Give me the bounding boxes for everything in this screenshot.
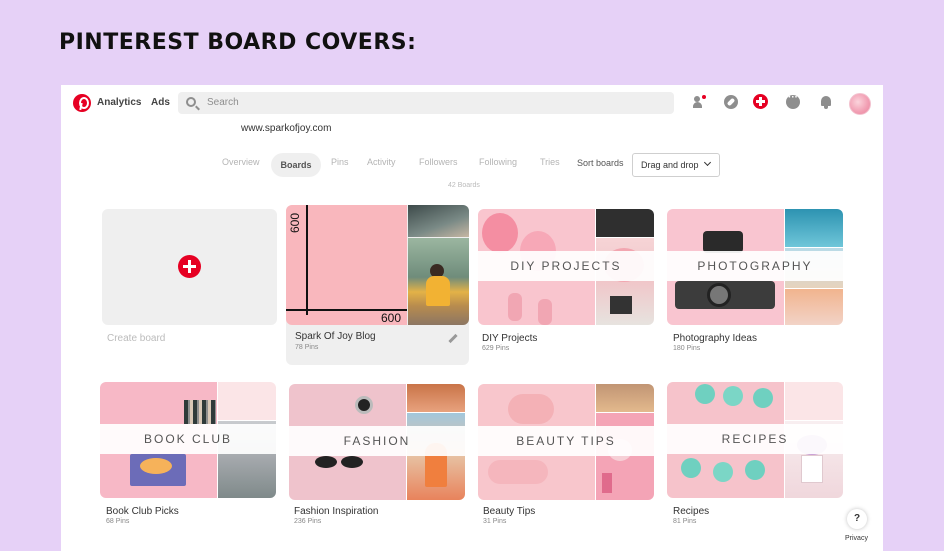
chat-icon[interactable] <box>786 92 800 109</box>
edit-icon[interactable] <box>448 333 458 344</box>
sort-boards-label: Sort boards <box>577 158 624 168</box>
board-pin-count: 81 Pins <box>673 518 697 525</box>
board-pin-count: 68 Pins <box>106 518 130 525</box>
board-card[interactable]: PHOTOGRAPHY Photography Ideas 180 Pins <box>667 209 843 354</box>
board-pin-count: 629 Pins <box>482 345 510 352</box>
board-cover: FASHION <box>289 384 465 500</box>
cover-banner: BOOK CLUB <box>100 424 276 454</box>
tab-following[interactable]: Following <box>479 157 517 167</box>
page-heading: PINTEREST BOARD COVERS: <box>59 30 417 55</box>
add-pin-icon[interactable] <box>753 94 768 109</box>
help-button[interactable]: ? <box>847 509 867 529</box>
create-board-card[interactable]: Create board <box>102 209 277 349</box>
board-cover: BOOK CLUB <box>100 382 276 498</box>
people-icon[interactable] <box>693 95 707 109</box>
chevron-down-icon <box>703 158 712 167</box>
board-card[interactable]: 600 600 Spark Of Joy Blog 78 Pins <box>286 205 469 365</box>
board-name: Book Club Picks <box>106 506 179 517</box>
board-name: Fashion Inspiration <box>294 506 379 517</box>
board-cover: RECIPES <box>667 382 843 498</box>
board-card[interactable]: FASHION Fashion Inspiration 236 Pins <box>289 384 465 530</box>
guide-label-horizontal: 600 <box>381 311 402 325</box>
search-input[interactable]: Search <box>178 92 674 114</box>
privacy-link[interactable]: Privacy <box>845 535 868 542</box>
board-card[interactable]: RECIPES Recipes 81 Pins <box>667 382 843 530</box>
board-card[interactable]: DIY PROJECTS DIY Projects 629 Pins <box>478 209 654 354</box>
cover-banner: FASHION <box>289 426 465 456</box>
sort-dropdown[interactable]: Drag and drop <box>632 153 720 177</box>
analytics-link[interactable]: Analytics <box>97 97 141 108</box>
board-card[interactable]: BEAUTY TIPS Beauty Tips 31 Pins <box>478 384 654 530</box>
board-name: Photography Ideas <box>673 333 757 344</box>
search-icon <box>186 97 196 107</box>
avatar[interactable] <box>849 93 871 115</box>
compass-icon[interactable] <box>724 95 738 109</box>
board-pin-count: 31 Pins <box>483 518 507 525</box>
board-name: Recipes <box>673 506 710 517</box>
tab-tries[interactable]: Tries <box>540 157 560 167</box>
ads-link[interactable]: Ads <box>151 97 170 108</box>
sort-dropdown-value: Drag and drop <box>641 160 699 170</box>
board-name: Beauty Tips <box>483 506 536 517</box>
cover-banner: PHOTOGRAPHY <box>667 251 843 281</box>
cover-banner: DIY PROJECTS <box>478 251 654 281</box>
board-cover: BEAUTY TIPS <box>478 384 654 500</box>
tab-activity[interactable]: Activity <box>367 157 396 167</box>
pinterest-screenshot: Analytics Ads Search www.sparkofjoy.com … <box>61 85 883 551</box>
board-cover: DIY PROJECTS <box>478 209 654 325</box>
board-name: DIY Projects <box>482 333 538 344</box>
add-board-icon <box>178 255 201 278</box>
guide-label-vertical: 600 <box>288 212 302 233</box>
tab-followers[interactable]: Followers <box>419 157 458 167</box>
create-board-cover <box>102 209 277 325</box>
bell-icon[interactable] <box>819 95 833 109</box>
board-cover: 600 600 <box>286 205 469 325</box>
tab-overview[interactable]: Overview <box>222 157 260 167</box>
profile-tabs: Overview Boards Pins Activity Followers … <box>61 153 883 177</box>
profile-url[interactable]: www.sparkofjoy.com <box>241 123 331 134</box>
board-card[interactable]: BOOK CLUB Book Club Picks 68 Pins <box>100 382 276 530</box>
tab-pins[interactable]: Pins <box>331 157 349 167</box>
board-count: 42 Boards <box>448 182 480 189</box>
create-board-label: Create board <box>107 333 166 344</box>
pinterest-logo-icon[interactable] <box>73 94 91 112</box>
top-bar: Analytics Ads Search <box>61 85 883 121</box>
tab-boards[interactable]: Boards <box>271 153 321 177</box>
board-name: Spark Of Joy Blog <box>295 331 376 342</box>
board-cover: PHOTOGRAPHY <box>667 209 843 325</box>
search-placeholder: Search <box>207 97 239 108</box>
cover-banner: BEAUTY TIPS <box>478 426 654 456</box>
board-pin-count: 236 Pins <box>294 518 322 525</box>
cover-banner: RECIPES <box>667 424 843 454</box>
board-pin-count: 78 Pins <box>295 344 319 351</box>
board-pin-count: 180 Pins <box>673 345 701 352</box>
